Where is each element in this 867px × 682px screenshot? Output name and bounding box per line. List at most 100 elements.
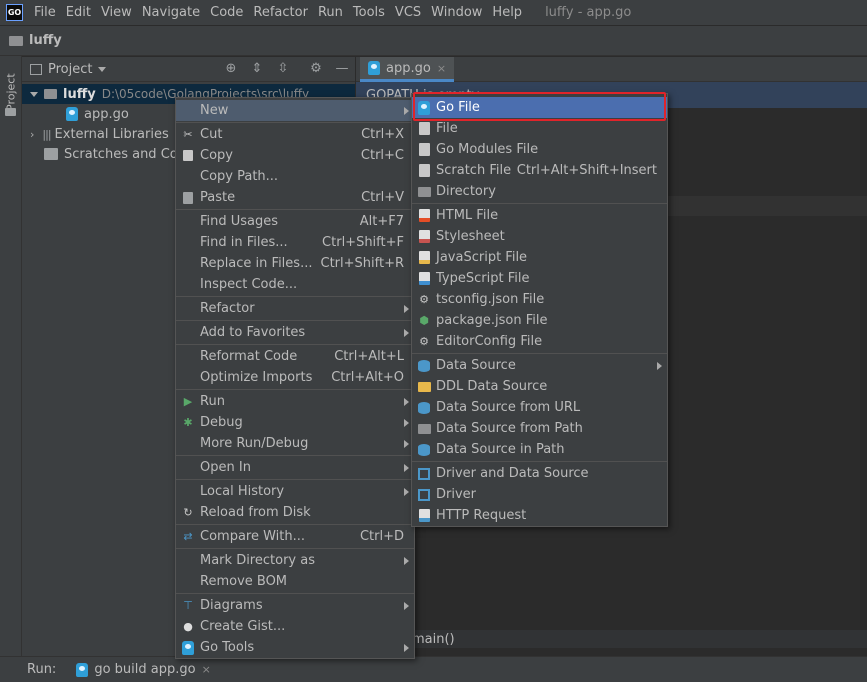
project-panel-title[interactable]: Project: [48, 62, 92, 77]
menu-item-stylesheet[interactable]: Stylesheet: [412, 226, 667, 247]
menu-item-new[interactable]: New: [176, 100, 414, 121]
menu-item-scratch-file[interactable]: Scratch File Ctrl+Alt+Shift+Insert: [412, 160, 667, 181]
menu-item-find-usages[interactable]: Find Usages Alt+F7: [176, 211, 414, 232]
run-icon: ▶: [183, 395, 193, 408]
tree-row-scratches[interactable]: Scratches and Cons: [44, 144, 193, 164]
menu-item-optimize-imports[interactable]: Optimize Imports Ctrl+Alt+O: [176, 367, 414, 388]
menu-item-directory[interactable]: Directory: [412, 181, 667, 202]
menu-item-driver-and-data-source[interactable]: Driver and Data Source: [412, 463, 667, 484]
menu-item-debug[interactable]: ✱ Debug: [176, 412, 414, 433]
menu-run[interactable]: Run: [313, 5, 348, 20]
project-panel-header: Project ⊕ ⇕ ⇳ ⚙ —: [22, 57, 355, 82]
menu-item-refactor[interactable]: Refactor: [176, 298, 414, 319]
menu-item-html-file[interactable]: HTML File: [412, 205, 667, 226]
menu-item-find-in-files[interactable]: Find in Files... Ctrl+Shift+F: [176, 232, 414, 253]
menu-item-mark-directory-as[interactable]: Mark Directory as: [176, 550, 414, 571]
chevron-down-icon[interactable]: [98, 66, 107, 72]
project-view-icon: [30, 63, 42, 75]
menu-item-add-to-favorites[interactable]: Add to Favorites: [176, 322, 414, 343]
menu-item-go-modules-file[interactable]: Go Modules File: [412, 139, 667, 160]
left-tool-strip: Project: [0, 56, 22, 656]
menu-item-inspect-code[interactable]: Inspect Code...: [176, 274, 414, 295]
compare-icon: ⇄: [183, 530, 193, 543]
close-icon[interactable]: ×: [437, 62, 446, 75]
run-tab-label[interactable]: go build app.go: [94, 662, 195, 677]
submenu-arrow-icon: [404, 487, 409, 496]
menu-item-more-run-debug[interactable]: More Run/Debug: [176, 433, 414, 454]
gear-icon[interactable]: ⚙: [309, 62, 323, 76]
menu-item-data-source[interactable]: Data Source: [412, 355, 667, 376]
menu-item-run[interactable]: ▶ Run: [176, 391, 414, 412]
menu-item-typescript-file[interactable]: TypeScript File: [412, 268, 667, 289]
menu-tools[interactable]: Tools: [348, 5, 390, 20]
menu-item-cut[interactable]: ✂ Cut Ctrl+X: [176, 124, 414, 145]
menu-item-data-source-from-path[interactable]: Data Source from Path: [412, 418, 667, 439]
menu-item-tsconfig-file[interactable]: ⚙ tsconfig.json File: [412, 289, 667, 310]
folder-icon: [44, 89, 57, 99]
menu-item-remove-bom[interactable]: Remove BOM: [176, 571, 414, 592]
menu-edit[interactable]: Edit: [61, 5, 96, 20]
run-label: Run:: [27, 662, 57, 677]
expand-all-icon[interactable]: ⇕: [250, 62, 264, 76]
close-icon[interactable]: ×: [202, 663, 211, 676]
menu-window[interactable]: Window: [426, 5, 487, 20]
root-folder-name: luffy: [63, 86, 96, 102]
menu-item-ddl-data-source[interactable]: DDL Data Source: [412, 376, 667, 397]
library-icon: |||: [42, 127, 51, 141]
menu-item-diagrams[interactable]: ⊤ Diagrams: [176, 595, 414, 616]
menu-item-editorconfig-file[interactable]: ⚙ EditorConfig File: [412, 331, 667, 352]
menu-item-copy[interactable]: Copy Ctrl+C: [176, 145, 414, 166]
file-icon: [417, 143, 431, 157]
submenu-arrow-icon: [404, 439, 409, 448]
menu-item-local-history[interactable]: Local History: [176, 481, 414, 502]
menu-item-reformat-code[interactable]: Reformat Code Ctrl+Alt+L: [176, 346, 414, 367]
chevron-right-icon[interactable]: ›: [30, 128, 34, 141]
submenu-arrow-icon: [404, 463, 409, 472]
tree-row-app-go[interactable]: app.go: [66, 104, 129, 124]
menu-item-data-source-from-url[interactable]: Data Source from URL: [412, 397, 667, 418]
menu-vcs[interactable]: VCS: [390, 5, 426, 20]
collapse-all-icon[interactable]: ⇳: [276, 62, 290, 76]
menu-item-open-in[interactable]: Open In: [176, 457, 414, 478]
scratches-icon: [44, 148, 58, 160]
chevron-down-icon[interactable]: [30, 91, 38, 97]
menu-item-http-request[interactable]: HTTP Request: [412, 505, 667, 526]
menu-item-paste[interactable]: Paste Ctrl+V: [176, 187, 414, 208]
file-name: app.go: [84, 106, 129, 122]
scissors-icon: ✂: [183, 128, 193, 141]
go-file-icon: [181, 640, 195, 655]
folder-icon: [417, 422, 431, 436]
menu-code[interactable]: Code: [205, 5, 248, 20]
menu-file[interactable]: File: [29, 5, 61, 20]
menu-view[interactable]: View: [96, 5, 137, 20]
menu-navigate[interactable]: Navigate: [137, 5, 205, 20]
javascript-file-icon: [417, 251, 431, 265]
submenu-arrow-icon: [404, 601, 409, 610]
driver-icon: [417, 467, 431, 481]
menu-item-copy-path[interactable]: Copy Path...: [176, 166, 414, 187]
minimize-icon[interactable]: —: [335, 62, 349, 76]
menu-item-driver[interactable]: Driver: [412, 484, 667, 505]
menu-refactor[interactable]: Refactor: [248, 5, 313, 20]
breadcrumb-project[interactable]: luffy: [29, 33, 62, 48]
api-file-icon: [417, 509, 431, 523]
menu-help[interactable]: Help: [487, 5, 527, 20]
menu-item-package-json-file[interactable]: ⬢ package.json File: [412, 310, 667, 331]
menu-item-create-gist[interactable]: ● Create Gist...: [176, 616, 414, 637]
menu-item-javascript-file[interactable]: JavaScript File: [412, 247, 667, 268]
menu-item-reload-from-disk[interactable]: ↻ Reload from Disk: [176, 502, 414, 523]
scratches-label: Scratches and Cons: [64, 146, 193, 162]
submenu-arrow-icon: [404, 106, 409, 115]
menu-item-replace-in-files[interactable]: Replace in Files... Ctrl+Shift+R: [176, 253, 414, 274]
menu-item-data-source-in-path[interactable]: Data Source in Path: [412, 439, 667, 460]
function-breadcrumb[interactable]: main(): [412, 632, 455, 647]
tab-app-go[interactable]: app.go ×: [360, 57, 455, 82]
menu-item-go-tools[interactable]: Go Tools: [176, 637, 414, 658]
menu-item-compare-with[interactable]: ⇄ Compare With... Ctrl+D: [176, 526, 414, 547]
navigation-bar: luffy: [0, 26, 867, 56]
tree-row-external-libraries[interactable]: › ||| External Libraries: [30, 124, 169, 144]
locate-icon[interactable]: ⊕: [224, 62, 238, 76]
submenu-arrow-icon: [404, 304, 409, 313]
diagram-icon: ⊤: [183, 599, 193, 612]
menu-item-file[interactable]: File: [412, 118, 667, 139]
